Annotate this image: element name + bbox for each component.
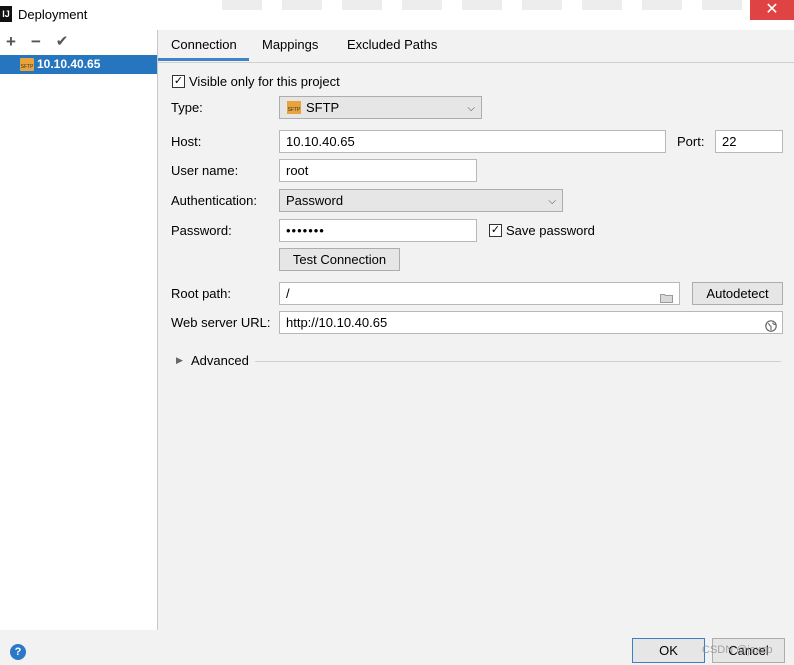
web-server-url-label: Web server URL: (171, 315, 271, 330)
server-list-panel (0, 30, 158, 630)
password-input[interactable]: ••••••• (279, 219, 477, 242)
server-name: 10.10.40.65 (37, 57, 101, 71)
active-tab-indicator (158, 58, 249, 61)
host-input[interactable]: 10.10.40.65 (279, 130, 666, 153)
set-default-check-icon[interactable]: ✔ (52, 32, 72, 52)
web-server-url-input[interactable]: http://10.10.40.65 (279, 311, 783, 334)
tab-bar: Connection Mappings Excluded Paths (158, 30, 794, 63)
root-path-input[interactable]: / (279, 282, 680, 305)
window-title: Deployment (18, 7, 88, 22)
root-path-label: Root path: (171, 286, 231, 301)
authentication-label: Authentication: (171, 193, 258, 208)
authentication-select[interactable]: Password ⌵ (279, 189, 563, 212)
username-input[interactable]: root (279, 159, 477, 182)
port-label: Port: (677, 134, 705, 149)
root-path-value: / (286, 286, 290, 301)
username-label: User name: (171, 163, 239, 178)
type-label: Type: (171, 100, 203, 115)
type-select[interactable]: SFTP SFTP ⌵ (279, 96, 482, 119)
save-password-checkbox[interactable]: ✓ (489, 224, 502, 237)
watermark: CSDN @jsxzp (702, 644, 773, 656)
visible-only-label: Visible only for this project (189, 74, 340, 89)
chevron-down-icon: ⌵ (467, 103, 475, 114)
server-list-item[interactable]: SFTP 10.10.40.65 (0, 55, 157, 74)
globe-open-browser-icon[interactable] (765, 317, 777, 332)
authentication-value: Password (286, 193, 344, 208)
sftp-server-icon: SFTP (20, 58, 34, 71)
host-label: Host: (171, 134, 202, 149)
close-window-button[interactable]: ✕ (750, 0, 794, 20)
sftp-icon-text: SFTP (20, 64, 34, 70)
add-server-icon[interactable]: + (1, 32, 21, 52)
advanced-separator (255, 361, 781, 362)
intellij-logo-icon: IJ (0, 6, 12, 22)
test-connection-button[interactable]: Test Connection (279, 248, 400, 271)
autodetect-button[interactable]: Autodetect (692, 282, 783, 305)
port-input[interactable]: 22 (715, 130, 783, 153)
password-label: Password: (171, 223, 232, 238)
type-value: SFTP (306, 100, 340, 115)
visible-only-checkbox[interactable]: ✓ (172, 75, 185, 88)
save-password-label: Save password (506, 223, 595, 238)
remove-server-icon[interactable]: − (26, 32, 46, 52)
chevron-down-icon: ⌵ (548, 196, 556, 207)
tab-mappings[interactable]: Mappings (262, 37, 318, 60)
folder-browse-icon[interactable] (660, 288, 674, 303)
tab-connection[interactable]: Connection (171, 37, 237, 60)
help-icon[interactable]: ? (10, 644, 26, 660)
sftp-type-icon: SFTP (287, 101, 301, 114)
tab-excluded-paths[interactable]: Excluded Paths (347, 37, 437, 60)
background-window-ghost (222, 0, 742, 10)
ok-button[interactable]: OK (632, 638, 705, 663)
expand-triangle-icon[interactable]: ▶ (176, 355, 183, 366)
sftp-icon-text: SFTP (287, 107, 301, 113)
advanced-section-toggle[interactable]: Advanced (191, 353, 249, 368)
web-server-url-value: http://10.10.40.65 (286, 315, 388, 330)
